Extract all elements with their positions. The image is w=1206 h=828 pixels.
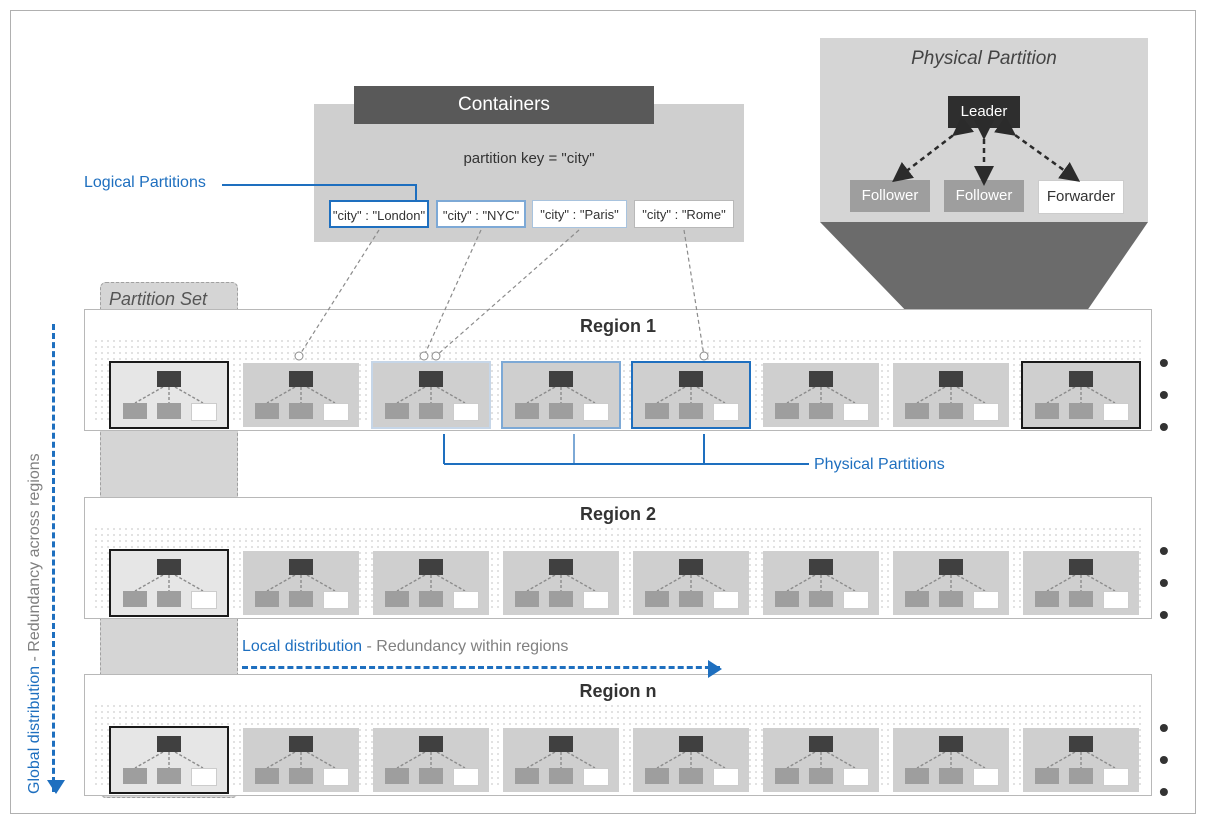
logical-partition-rome: "city" : "Rome"	[634, 200, 734, 228]
local-distribution-label: Local distribution - Redundancy within r…	[242, 638, 568, 656]
physical-partition-icon	[243, 728, 359, 792]
region-2: Region 2 • • •	[84, 497, 1152, 619]
physical-partition-icon	[763, 363, 879, 427]
physical-partition-icon	[763, 728, 879, 792]
physical-partitions-label: Physical Partitions	[814, 456, 945, 474]
global-distribution-title: Global distribution	[26, 666, 43, 794]
logical-partition-paris: "city" : "Paris"	[532, 200, 627, 228]
physical-partition-icon	[373, 728, 489, 792]
physical-partition-icon	[893, 551, 1009, 615]
physical-partition-icon	[109, 549, 229, 617]
physical-partition-icon	[893, 363, 1009, 427]
logical-partition-nyc: "city" : "NYC"	[436, 200, 526, 228]
partition-set-label: Partition Set	[109, 289, 207, 310]
region-2-partitions: • • •	[85, 525, 1151, 631]
diagram-frame: Partition Set Containers partition key =…	[0, 0, 1206, 824]
region-n-title: Region n	[85, 681, 1151, 702]
physical-partition-icon	[763, 551, 879, 615]
containers-title: Containers	[354, 86, 654, 124]
physical-partition-icon	[633, 551, 749, 615]
global-distribution-arrow-icon	[52, 324, 55, 792]
local-distribution-subtitle: - Redundancy within regions	[367, 638, 569, 655]
global-distribution-label: Global distribution - Redundancy across …	[26, 453, 44, 794]
region-1-title: Region 1	[85, 316, 1151, 337]
ellipsis-icon: • • •	[1153, 535, 1171, 631]
region-n-partitions: • • •	[85, 702, 1151, 808]
physical-partition-icon	[109, 726, 229, 794]
logical-partitions-label: Logical Partitions	[84, 174, 206, 192]
partition-key-text: partition key = "city"	[314, 150, 744, 167]
physical-partition-icon	[503, 363, 619, 427]
physical-partition-icon	[373, 551, 489, 615]
physical-partition-icon	[633, 363, 749, 427]
global-distribution-subtitle: - Redundancy across regions	[26, 453, 43, 661]
physical-partition-icon	[243, 551, 359, 615]
detail-arrows-icon	[820, 38, 1148, 222]
logical-partitions-connector-v	[415, 184, 417, 200]
region-2-title: Region 2	[85, 504, 1151, 525]
physical-partition-icon	[243, 363, 359, 427]
local-distribution-arrow-icon	[242, 666, 720, 669]
physical-partition-detail: Physical Partition Leader Follower Follo…	[820, 38, 1148, 222]
region-n: Region n • • •	[84, 674, 1152, 796]
physical-partition-icon	[109, 361, 229, 429]
physical-partition-icon	[633, 728, 749, 792]
physical-partition-icon	[1023, 728, 1139, 792]
local-distribution-title: Local distribution	[242, 638, 362, 655]
region-1: Region 1 • • •	[84, 309, 1152, 431]
physical-partition-icon	[893, 728, 1009, 792]
physical-partition-icon	[1023, 363, 1139, 427]
physical-partition-icon	[1023, 551, 1139, 615]
logical-partitions-connector	[222, 184, 417, 186]
ellipsis-icon: • • •	[1153, 712, 1171, 808]
physical-partition-icon	[373, 363, 489, 427]
region-1-partitions: • • •	[85, 337, 1151, 443]
physical-partition-icon	[503, 551, 619, 615]
logical-partition-london: "city" : "London"	[329, 200, 429, 228]
physical-partition-icon	[503, 728, 619, 792]
ellipsis-icon: • • •	[1153, 347, 1171, 443]
